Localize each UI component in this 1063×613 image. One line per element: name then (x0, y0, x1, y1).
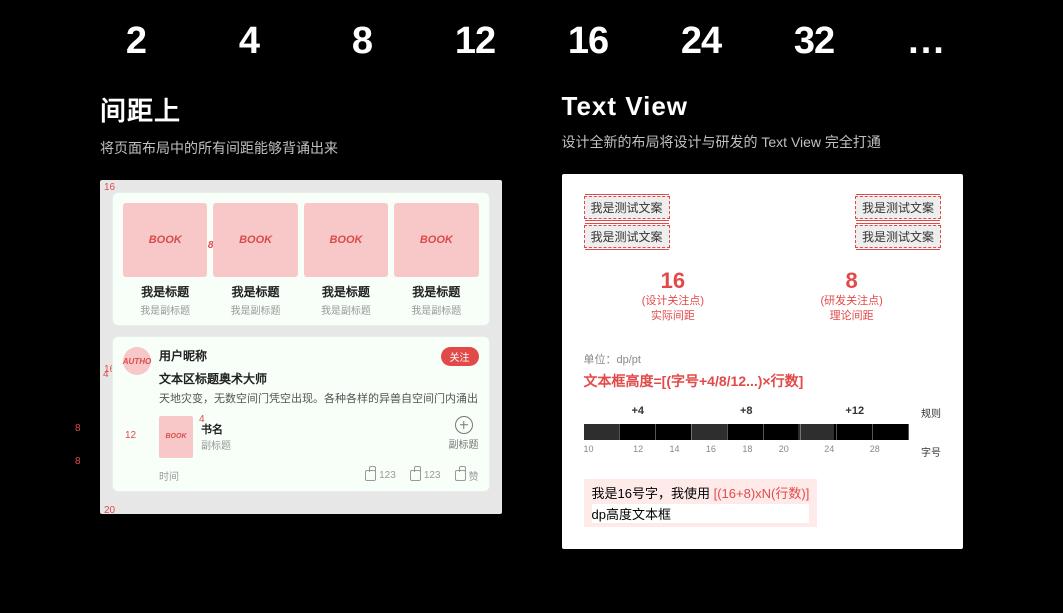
unit-label: 单位：dp/pt (584, 351, 942, 367)
like-count[interactable]: 123 (410, 470, 441, 481)
test-label: 我是测试文案 (584, 196, 670, 219)
focus-metrics: 16 (设计关注点) 实际间距 8 (研发关注点) 理论间距 (584, 268, 942, 325)
right-heading: Text View (562, 91, 964, 122)
textview-panel: 我是测试文案 我是测试文案 我是测试文案 我是测试文案 16 (设计关注点) 实… (562, 174, 964, 549)
test-label: 我是测试文案 (855, 225, 941, 248)
left-heading: 间距上 (100, 91, 502, 128)
book-cover: BOOK8 (123, 203, 207, 277)
scale-12: 12 (445, 20, 505, 63)
spacing-demo-panel: 16 BOOK8 我是标题 我是副标题 BOOK 我是标题 我是副标题 (100, 180, 502, 514)
dev-gap-label2: 理论间距 (820, 309, 882, 324)
book-cover: BOOK (394, 203, 478, 277)
left-column: 间距上 将页面布局中的所有间距能够背诵出来 16 BOOK8 我是标题 我是副标… (100, 91, 502, 549)
ruler-rule-tag: 规则 (909, 405, 941, 420)
mini-book: 12 BOOK 4 书名 副标题 副标题 (159, 416, 479, 458)
book-subtitle: 我是副标题 (304, 302, 388, 317)
ruler-head-12: +12 (801, 405, 910, 420)
like-count[interactable]: 123 (365, 470, 396, 481)
book-item: BOOK8 我是标题 我是副标题 (123, 203, 207, 317)
article-body: 天地灾变，无数空间门凭空出现。各种各样的异兽自空间门内涌出 (159, 391, 479, 408)
add-subtitle-button[interactable]: 副标题 (449, 416, 479, 451)
scale-16: 16 (558, 20, 618, 63)
example-text: 我是16号字，我使用 [(16+8)xN(行数)] dp高度文本框 (584, 479, 818, 527)
book-item: BOOK 我是标题 我是副标题 (304, 203, 388, 317)
design-gap-value: 16 (642, 268, 704, 294)
user-nickname: 用户昵称 (159, 347, 479, 364)
book-subtitle: 我是副标题 (394, 302, 478, 317)
scale-32: 32 (784, 20, 844, 63)
feed-card: AUTHO 用户昵称 关注 4 文本区标题奥术大师 天地灾变，无数空间门凭空出现… (112, 336, 490, 492)
test-label: 我是测试文案 (584, 225, 670, 248)
book-title: 我是标题 (213, 283, 297, 300)
thumb-icon (410, 470, 421, 481)
design-gap-label2: 实际间距 (642, 309, 704, 324)
right-column: Text View 设计全新的布局将设计与研发的 Text View 完全打通 … (562, 91, 964, 549)
book-item: BOOK 我是标题 我是副标题 (213, 203, 297, 317)
dev-gap-value: 8 (820, 268, 882, 294)
dev-gap-label1: (研发关注点) (820, 294, 882, 309)
thumb-icon (455, 470, 466, 481)
left-subtitle: 将页面布局中的所有间距能够背诵出来 (100, 138, 502, 158)
book-grid-card: BOOK8 我是标题 我是副标题 BOOK 我是标题 我是副标题 BOOK 我是… (112, 192, 490, 326)
book-subtitle: 我是副标题 (213, 302, 297, 317)
article-title: 文本区标题奥术大师 (159, 370, 479, 387)
ruler-size-tag: 字号 (893, 444, 941, 459)
formula: 文本框高度=[(字号+4/8/12...)×行数] (584, 371, 942, 391)
scale-2: 2 (106, 20, 166, 63)
ruler-head-4: +4 (584, 405, 693, 420)
scale-more: ... (897, 20, 957, 63)
ruler-head-8: +8 (692, 405, 801, 420)
dim-top: 16 (104, 182, 115, 193)
test-label: 我是测试文案 (855, 196, 941, 219)
feed-footer: 时间 123 123 赞 (159, 468, 479, 483)
book-subtitle: 我是副标题 (123, 302, 207, 317)
dim-bottom: 20 (104, 505, 115, 516)
timestamp: 时间 (159, 468, 179, 483)
book-title: 我是标题 (394, 283, 478, 300)
mini-subtitle: 副标题 (201, 437, 231, 452)
book-cover: BOOK (213, 203, 297, 277)
book-title: 我是标题 (304, 283, 388, 300)
book-item: BOOK 我是标题 我是副标题 (394, 203, 478, 317)
scale-4: 4 (219, 20, 279, 63)
spacing-scale: 2 4 8 12 16 24 32 ... (100, 20, 963, 91)
book-cover: BOOK (304, 203, 388, 277)
follow-button[interactable]: 关注 (441, 347, 479, 366)
book-title: 我是标题 (123, 283, 207, 300)
like-label[interactable]: 赞 (455, 468, 479, 483)
scale-8: 8 (332, 20, 392, 63)
design-gap-label1: (设计关注点) (642, 294, 704, 309)
ruler: +4 +8 +12 规则 10 12 (584, 405, 942, 459)
mini-book-cover: BOOK (159, 416, 193, 458)
avatar: AUTHO (123, 347, 151, 375)
scale-24: 24 (671, 20, 731, 63)
thumb-icon (365, 470, 376, 481)
plus-icon (455, 416, 473, 434)
right-subtitle: 设计全新的布局将设计与研发的 Text View 完全打通 (562, 132, 964, 152)
mini-title: 书名 (201, 421, 231, 437)
